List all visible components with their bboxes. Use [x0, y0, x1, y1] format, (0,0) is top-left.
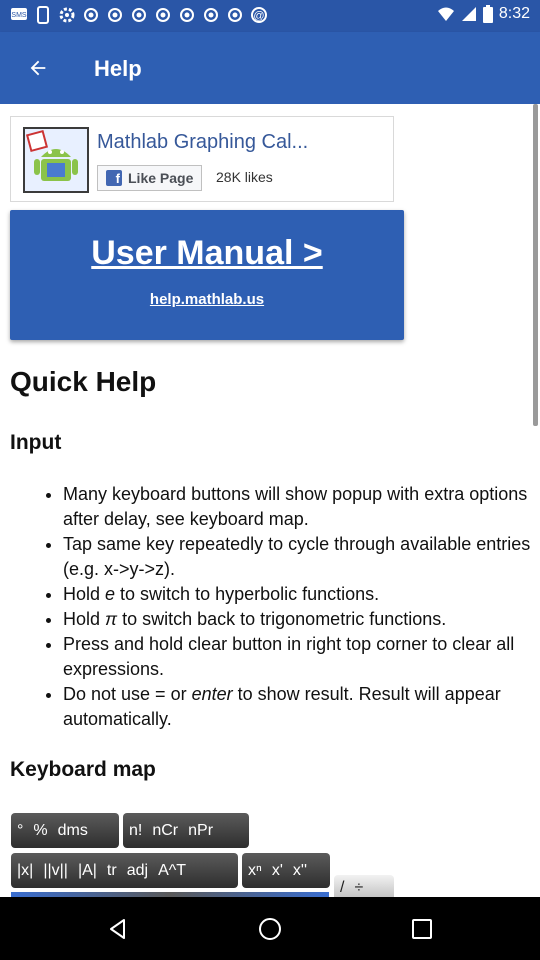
battery-icon: [482, 5, 493, 23]
list-item: Many keyboard buttons will show popup wi…: [63, 482, 540, 532]
home-circle-icon: [259, 918, 281, 940]
at-icon: @: [251, 7, 267, 23]
nav-recents-button[interactable]: [405, 912, 439, 946]
likes-count: 28K likes: [216, 169, 273, 185]
navigation-bar: [0, 897, 540, 960]
keyboard-key-group: ° % dms: [11, 813, 119, 848]
like-page-button[interactable]: f Like Page: [97, 165, 203, 191]
key-label: n!: [129, 821, 143, 839]
phone-icon: [37, 6, 49, 24]
key-label: x': [271, 861, 283, 879]
key-label: xⁿ: [248, 861, 262, 879]
system-status: 8:32: [437, 5, 530, 23]
key-label: %: [33, 821, 48, 839]
clock: 8:32: [498, 5, 530, 22]
back-button[interactable]: [16, 46, 60, 90]
wifi-icon: [437, 7, 454, 21]
o-icon: [108, 8, 122, 22]
input-heading: Input: [10, 431, 62, 454]
key-label: adj: [126, 861, 149, 879]
keyboard-key-group: |x| ||v|| |A| tr adj A^T: [11, 853, 238, 888]
fb-page-title[interactable]: Mathlab Graphing Cal...: [97, 131, 308, 154]
key-label: x'': [292, 861, 308, 879]
nav-home-button[interactable]: [253, 912, 287, 946]
sms-icon: SMS: [11, 8, 27, 20]
key-label: tr: [106, 861, 117, 879]
keyboard-key-group: / ÷: [334, 875, 394, 897]
nav-back-button[interactable]: [101, 912, 135, 946]
arrow-back-icon: [30, 60, 46, 76]
notification-icons: SMS @: [10, 6, 268, 24]
key-label: °: [17, 821, 24, 839]
o-icon: [228, 8, 242, 22]
key-label: ÷: [354, 879, 364, 896]
key-label: dms: [57, 821, 88, 839]
o-icon: [132, 8, 146, 22]
facebook-icon: f: [106, 170, 122, 186]
o-icon: [180, 8, 194, 22]
manual-url-link[interactable]: help.mathlab.us: [10, 291, 404, 308]
signal-icon: [461, 7, 476, 21]
key-label: A^T: [158, 861, 187, 879]
facebook-page-widget[interactable]: Mathlab Graphing Cal... f Like Page 28K …: [10, 116, 394, 202]
help-content[interactable]: Mathlab Graphing Cal... f Like Page 28K …: [0, 104, 540, 897]
key-label: /: [340, 879, 345, 896]
svg-text:@: @: [253, 10, 264, 22]
list-item: Do not use = or enter to show result. Re…: [63, 682, 540, 732]
keyboard-key-group: n! nCr nPr: [123, 813, 249, 848]
list-item: Hold e to switch to hyperbolic functions…: [63, 582, 540, 607]
user-manual-link[interactable]: User Manual >: [10, 234, 404, 273]
o-icon: [84, 8, 98, 22]
list-item: Tap same key repeatedly to cycle through…: [63, 532, 540, 582]
key-label: nCr: [152, 821, 179, 839]
status-bar: SMS @ 8:32: [0, 0, 540, 32]
keyboard-map-heading: Keyboard map: [10, 758, 156, 781]
app-logo: [23, 127, 89, 193]
recents-square-icon: [412, 919, 432, 939]
o-icon: [156, 8, 170, 22]
gear-icon: [59, 7, 75, 23]
app-bar: Help: [0, 32, 540, 104]
scrollbar[interactable]: [533, 104, 538, 426]
user-manual-button[interactable]: User Manual > help.mathlab.us: [10, 210, 404, 340]
list-item: Press and hold clear button in right top…: [63, 632, 540, 682]
keyboard-key-group: xⁿ x' x'': [242, 853, 330, 888]
key-label: |A|: [77, 861, 97, 879]
like-page-label: Like Page: [128, 170, 194, 186]
key-label: nPr: [188, 821, 214, 839]
quick-help-heading: Quick Help: [10, 366, 157, 397]
o-icon: [204, 8, 218, 22]
svg-text:SMS: SMS: [11, 12, 27, 19]
back-triangle-icon: [110, 919, 125, 939]
page-title: Help: [94, 56, 142, 81]
key-label: |x|: [17, 861, 34, 879]
input-tips-list: Many keyboard buttons will show popup wi…: [38, 482, 540, 732]
list-item: Hold π to switch back to trigonometric f…: [63, 607, 540, 632]
key-label: ||v||: [43, 861, 68, 879]
